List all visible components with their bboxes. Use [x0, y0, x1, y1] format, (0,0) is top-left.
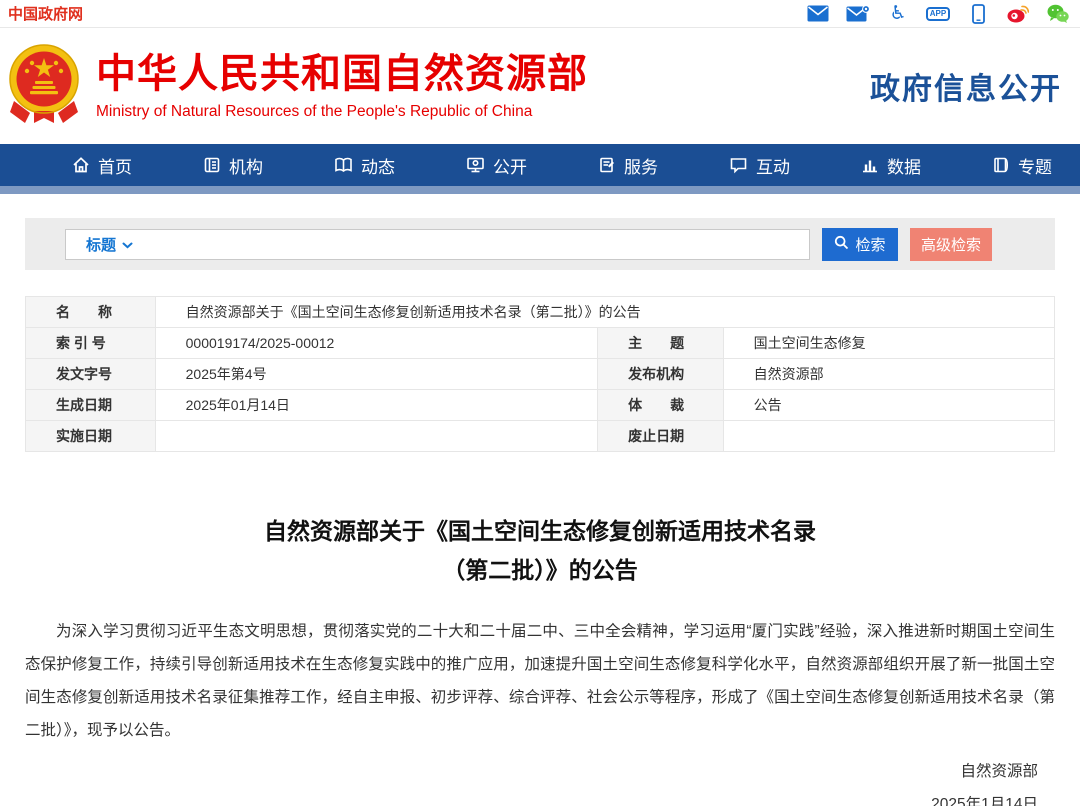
- wechat-icon[interactable]: [1046, 4, 1070, 24]
- issuer-label: 发布机构: [598, 359, 724, 390]
- mail-subscribe-icon[interactable]: [846, 4, 870, 24]
- disclosure-icon: [466, 156, 485, 174]
- search-panel: 标题 检索 高级检索: [25, 218, 1055, 270]
- index-number-label: 索 引 号: [26, 328, 156, 359]
- service-icon: [598, 156, 616, 174]
- interaction-icon: [729, 156, 748, 174]
- organization-icon: [203, 156, 221, 174]
- genre-label: 体 裁: [598, 390, 724, 421]
- top-icon-group: ♿ APP: [806, 4, 1070, 24]
- nav-item-news[interactable]: 动态: [334, 153, 395, 178]
- table-row: 索 引 号 000019174/2025-00012 主 题 国土空间生态修复: [26, 328, 1055, 359]
- index-number-value: 000019174/2025-00012: [155, 328, 597, 359]
- national-emblem-logo: [8, 39, 80, 133]
- top-bar: 中国政府网 ♿ APP: [0, 0, 1080, 28]
- document-metadata-table: 名 称 自然资源部关于《国土空间生态修复创新适用技术名录（第二批）》的公告 索 …: [25, 296, 1055, 452]
- main-nav: 首页 机构 动态 公开 服务 互动 数据 专题: [0, 144, 1080, 186]
- app-icon[interactable]: APP: [926, 4, 950, 24]
- data-icon: [861, 156, 879, 174]
- weibo-icon[interactable]: [1006, 4, 1030, 24]
- genre-value: 公告: [723, 390, 1054, 421]
- page-section-title: 政府信息公开: [870, 64, 1062, 108]
- date-created-value: 2025年01月14日: [155, 390, 597, 421]
- date-effective-label: 实施日期: [26, 421, 156, 452]
- app-icon-label: APP: [926, 7, 950, 21]
- article-title: 自然资源部关于《国土空间生态修复创新适用技术名录 （第二批）》的公告: [140, 512, 940, 589]
- name-value: 自然资源部关于《国土空间生态修复创新适用技术名录（第二批）》的公告: [155, 297, 1054, 328]
- topics-icon: [992, 156, 1010, 174]
- date-repeal-value: [723, 421, 1054, 452]
- issuer-value: 自然资源部: [723, 359, 1054, 390]
- search-field-selector[interactable]: 标题: [86, 234, 133, 255]
- table-row: 实施日期 废止日期: [26, 421, 1055, 452]
- site-header: 中华人民共和国自然资源部 Ministry of Natural Resourc…: [0, 28, 1080, 144]
- nav-item-organization[interactable]: 机构: [203, 153, 263, 178]
- accessibility-icon[interactable]: ♿: [886, 4, 910, 24]
- nav-item-topics[interactable]: 专题: [992, 153, 1052, 178]
- nav-item-data[interactable]: 数据: [861, 153, 921, 178]
- signature-block: 自然资源部 2025年1月14日: [0, 755, 1038, 806]
- signature-date: 2025年1月14日: [0, 788, 1038, 806]
- date-repeal-label: 废止日期: [598, 421, 724, 452]
- doc-number-value: 2025年第4号: [155, 359, 597, 390]
- search-icon: [834, 235, 849, 254]
- mobile-icon[interactable]: [966, 4, 990, 24]
- search-input[interactable]: 标题: [65, 229, 810, 260]
- home-icon: [72, 156, 90, 174]
- ministry-title: 中华人民共和国自然资源部: [96, 52, 588, 96]
- news-icon: [334, 156, 353, 174]
- advanced-search-button[interactable]: 高级检索: [910, 228, 992, 261]
- article-body: 为深入学习贯彻习近平生态文明思想，贯彻落实党的二十大和二十届二中、三中全会精神，…: [25, 615, 1055, 747]
- gov-site-link[interactable]: 中国政府网: [8, 3, 83, 24]
- subject-value: 国土空间生态修复: [723, 328, 1054, 359]
- table-row: 生成日期 2025年01月14日 体 裁 公告: [26, 390, 1055, 421]
- table-row: 发文字号 2025年第4号 发布机构 自然资源部: [26, 359, 1055, 390]
- name-label: 名 称: [26, 297, 156, 328]
- signature-agency: 自然资源部: [0, 755, 1038, 788]
- date-created-label: 生成日期: [26, 390, 156, 421]
- nav-accent-stripe: [0, 186, 1080, 194]
- nav-item-service[interactable]: 服务: [598, 153, 658, 178]
- nav-item-home[interactable]: 首页: [72, 153, 132, 178]
- nav-item-disclosure[interactable]: 公开: [466, 153, 527, 178]
- nav-item-interaction[interactable]: 互动: [729, 153, 790, 178]
- table-row: 名 称 自然资源部关于《国土空间生态修复创新适用技术名录（第二批）》的公告: [26, 297, 1055, 328]
- ministry-subtitle: Ministry of Natural Resources of the Peo…: [96, 103, 588, 121]
- search-button[interactable]: 检索: [822, 228, 898, 261]
- subject-label: 主 题: [598, 328, 724, 359]
- chevron-down-icon: [122, 236, 133, 253]
- mail-icon[interactable]: [806, 4, 830, 24]
- doc-number-label: 发文字号: [26, 359, 156, 390]
- date-effective-value: [155, 421, 597, 452]
